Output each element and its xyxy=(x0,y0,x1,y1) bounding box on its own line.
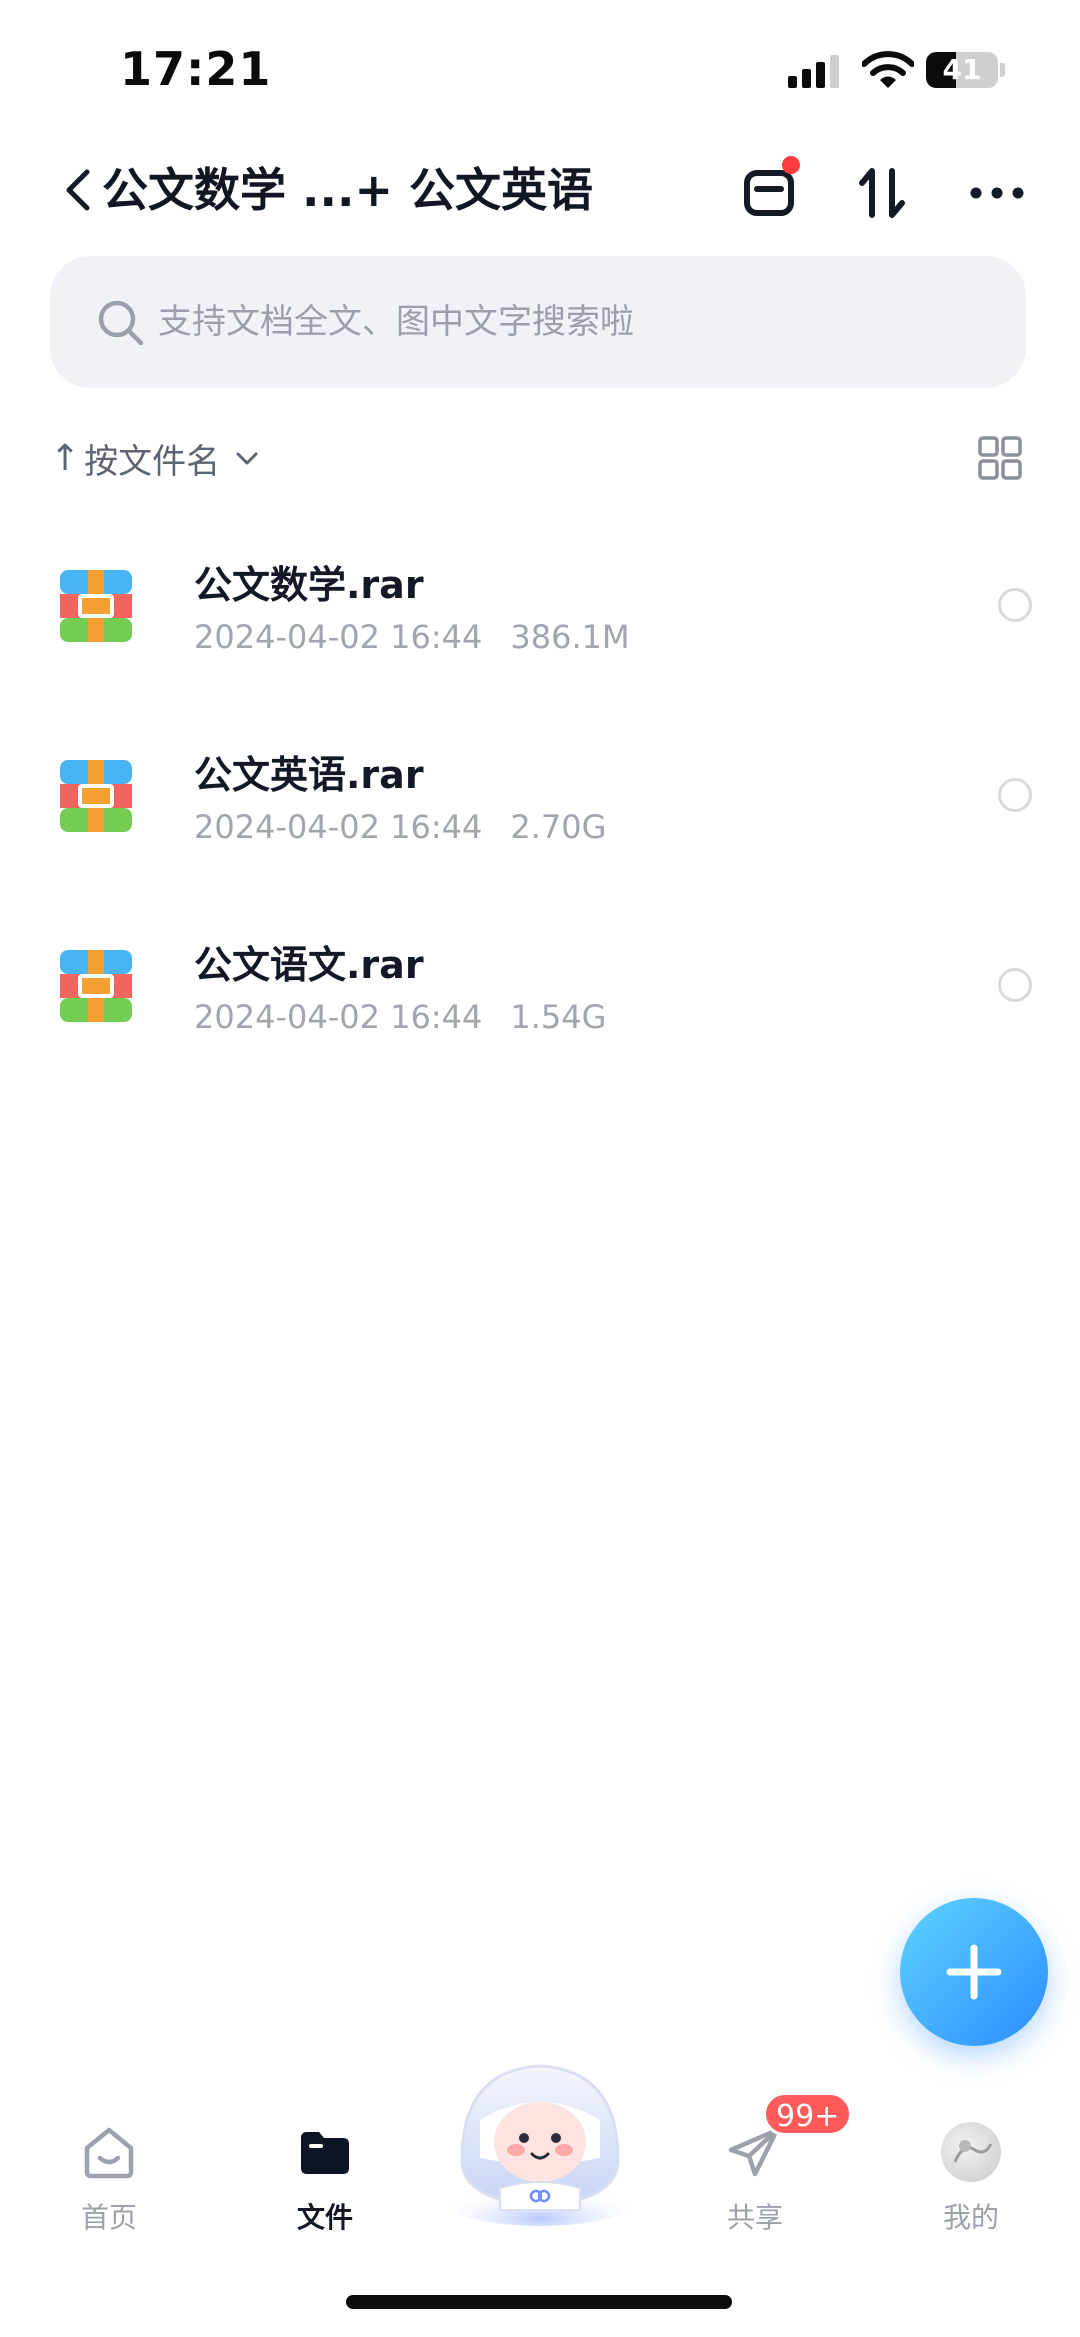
more-dots-icon xyxy=(970,187,1024,199)
tab-files-label: 文件 xyxy=(296,2201,353,2234)
list-item[interactable]: 公文数学.rar 2024-04-02 16:44 386.1M xyxy=(0,520,1080,710)
avatar xyxy=(941,2122,1001,2182)
file-name: 公文语文.rar xyxy=(194,943,424,987)
file-meta: 2024-04-02 16:44 2.70G xyxy=(194,808,606,846)
list-item[interactable]: 公文英语.rar 2024-04-02 16:44 2.70G xyxy=(0,710,1080,900)
file-name: 公文数学.rar xyxy=(194,563,424,607)
search-icon xyxy=(98,300,144,346)
file-meta: 2024-04-02 16:44 1.54G xyxy=(194,998,606,1036)
folder-icon xyxy=(293,2120,357,2184)
sort-order-button[interactable] xyxy=(850,160,916,226)
list-item[interactable]: 公文语文.rar 2024-04-02 16:44 1.54G xyxy=(0,900,1080,1090)
file-size: 2.70G xyxy=(510,808,607,846)
battery-level: 41 xyxy=(942,53,982,86)
transfer-list-button[interactable] xyxy=(736,156,802,226)
share-badge: 99+ xyxy=(763,2092,853,2136)
add-button[interactable] xyxy=(900,1898,1048,2046)
notification-dot xyxy=(782,156,800,174)
file-date: 2024-04-02 16:44 xyxy=(194,998,483,1036)
more-options-button[interactable] xyxy=(964,160,1030,226)
tab-home-label: 首页 xyxy=(80,2201,137,2234)
file-list: 公文数学.rar 2024-04-02 16:44 386.1M 公文英语.rar… xyxy=(0,520,1080,1090)
home-indicator xyxy=(346,2295,732,2309)
sort-row: ↑ 按文件名 xyxy=(0,428,1080,488)
tab-share-label: 共享 xyxy=(726,2201,783,2234)
tab-share[interactable]: 99+ 共享 xyxy=(680,2092,853,2250)
arrow-up-icon: ↑ xyxy=(50,437,81,479)
file-meta: 2024-04-02 16:44 386.1M xyxy=(194,618,630,656)
chevron-down-icon xyxy=(236,452,258,465)
file-date: 2024-04-02 16:44 xyxy=(194,618,483,656)
status-time: 17:21 xyxy=(120,42,272,96)
tab-mine-label: 我的 xyxy=(942,2201,999,2234)
plus-icon xyxy=(946,1944,1002,2000)
sort-label: 按文件名 xyxy=(84,441,221,482)
rar-archive-icon xyxy=(60,950,132,1022)
page-title: 公文数学 ...+ 公文英语 xyxy=(102,163,593,217)
select-radio[interactable] xyxy=(998,968,1032,1002)
chevron-left-icon xyxy=(66,169,90,211)
app-screen: 17:21 41 公文数学 ...+ 公文英语 支持文档全文、图中文字搜索啦 ↑… xyxy=(0,0,1080,2337)
search-bar[interactable] xyxy=(50,256,1026,388)
select-radio[interactable] xyxy=(998,778,1032,812)
wifi-icon xyxy=(862,51,914,88)
tab-files[interactable]: 文件 xyxy=(250,2120,400,2250)
mascot-assistant-button[interactable] xyxy=(440,2050,640,2230)
rar-archive-icon xyxy=(60,760,132,832)
file-date: 2024-04-02 16:44 xyxy=(194,808,483,846)
file-size: 386.1M xyxy=(510,618,630,656)
sort-by-name-dropdown[interactable]: ↑ 按文件名 xyxy=(50,428,260,488)
tab-mine[interactable]: 我的 xyxy=(896,2120,1046,2250)
back-button[interactable] xyxy=(58,162,98,218)
header: 公文数学 ...+ 公文英语 xyxy=(0,150,1080,230)
tab-home[interactable]: 首页 xyxy=(34,2120,184,2250)
search-input[interactable] xyxy=(158,292,978,352)
sort-arrows-icon xyxy=(859,168,905,218)
select-radio[interactable] xyxy=(998,588,1032,622)
home-icon xyxy=(77,2120,141,2184)
battery-icon: 41 xyxy=(926,50,1006,90)
paper-plane-icon: 99+ xyxy=(723,2092,853,2184)
file-name: 公文英语.rar xyxy=(194,753,424,797)
file-size: 1.54G xyxy=(510,998,607,1036)
grid-view-icon[interactable] xyxy=(976,434,1024,482)
cellular-signal-icon xyxy=(788,55,839,88)
rar-archive-icon xyxy=(60,570,132,642)
status-bar: 17:21 41 xyxy=(0,0,1080,140)
